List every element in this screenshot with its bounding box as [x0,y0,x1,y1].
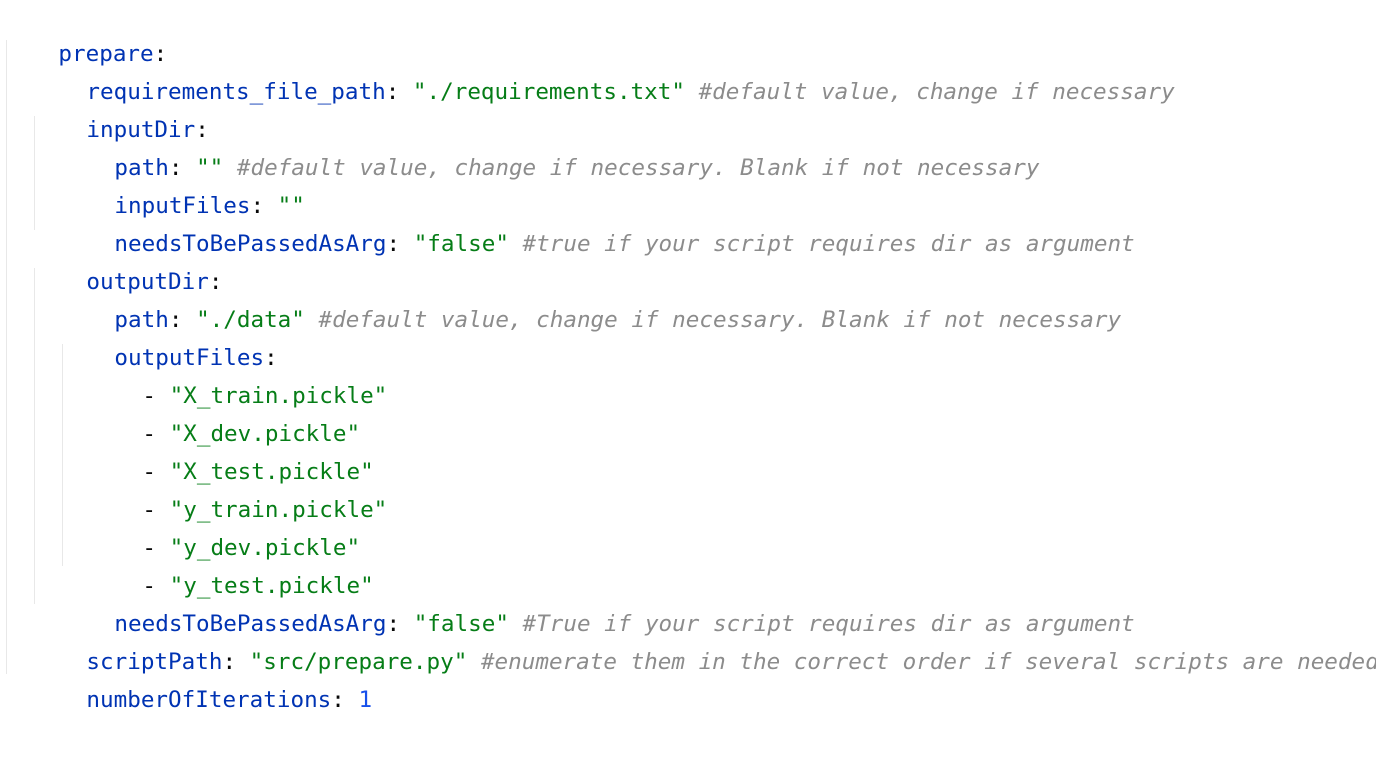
code-line-prepare[interactable]: prepare: [4,0,167,67]
code-line-output-path[interactable]: path: "./data" #default value, change if… [60,263,1121,333]
code-line-input-path[interactable]: path: "" #default value, change if neces… [60,111,1039,181]
code-line-list-item[interactable]: - "y_test.pickle" [88,529,373,599]
code-line-outputfiles[interactable]: outputFiles: [60,301,277,371]
code-line-input-needs-arg[interactable]: needsToBePassedAsArg: "false" #true if y… [60,187,1134,257]
yaml-comment: #enumerate them in the correct order if … [480,649,1376,675]
code-line-list-item[interactable]: - "X_test.pickle" [88,415,373,485]
yaml-comment: #default value, change if necessary. Bla… [318,307,1122,333]
yaml-comment: #default value, change if necessary [698,79,1175,105]
indent-guide [6,40,7,674]
code-line-list-item[interactable]: - "y_train.pickle" [88,453,387,523]
yaml-comment: #true if your script requires dir as arg… [522,231,1135,257]
code-line-numberofiterations[interactable]: numberOfIterations: 1 [32,643,372,713]
yaml-string-value: "./requirements.txt" [412,79,685,105]
code-line-scriptpath[interactable]: scriptPath: "src/prepare.py" #enumerate … [32,605,1376,675]
code-line-inputdir[interactable]: inputDir: [32,73,208,143]
code-line-list-item[interactable]: - "X_dev.pickle" [88,377,360,447]
yaml-string-value: "false" [413,231,509,257]
yaml-comment: #default value, change if necessary. Bla… [236,155,1040,181]
yaml-key: numberOfIterations [86,687,332,713]
yaml-editor[interactable]: prepare: requirements_file_path: "./requ… [0,0,1376,713]
code-line-output-needs-arg[interactable]: needsToBePassedAsArg: "false" #True if y… [60,567,1134,637]
code-line-inputfiles[interactable]: inputFiles: "" [60,149,304,219]
yaml-colon: : [385,79,400,105]
code-line-requirements-file-path[interactable]: requirements_file_path: "./requirements.… [32,35,1174,105]
yaml-number-value: 1 [358,687,373,713]
yaml-colon: : [331,687,345,713]
yaml-colon: : [386,231,401,257]
code-line-list-item[interactable]: - "X_train.pickle" [88,339,387,409]
code-line-list-item[interactable]: - "y_dev.pickle" [88,491,360,561]
code-line-outputdir[interactable]: outputDir: [32,225,222,295]
